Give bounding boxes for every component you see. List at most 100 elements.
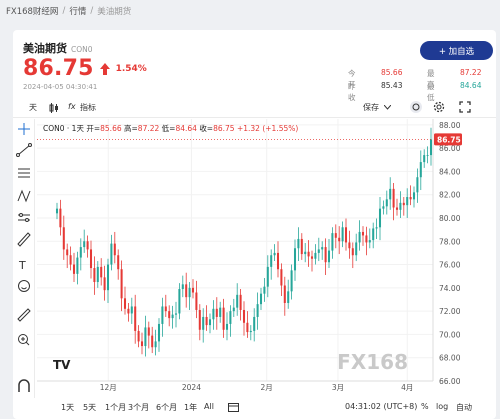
- candle: [419, 162, 422, 178]
- save-button[interactable]: 保存: [363, 102, 379, 113]
- range-1m[interactable]: 1个月: [105, 402, 126, 413]
- y-tick-label: 72.00: [439, 307, 461, 316]
- indicators-button[interactable]: 指标: [80, 102, 96, 113]
- candle: [55, 208, 59, 214]
- candle: [338, 237, 341, 242]
- price-chart[interactable]: 88.00 86.00 84.00 82.00 80.00 78.00 76.00 74.00…: [13, 119, 496, 405]
- candle: [429, 139, 433, 156]
- breadcrumb-section[interactable]: 行情: [69, 5, 86, 17]
- candle: [242, 309, 246, 323]
- legend-part: 85.66: [100, 124, 124, 133]
- gear-icon[interactable]: [433, 101, 445, 113]
- chart-toolbar: 天 fx 指标 保存: [13, 98, 496, 118]
- calendar-icon[interactable]: [228, 402, 239, 412]
- legend-part: 高=: [124, 123, 138, 133]
- candle: [113, 243, 116, 256]
- candle: [62, 227, 65, 250]
- fx-icon[interactable]: fx: [68, 102, 76, 111]
- candle: [270, 255, 273, 267]
- low-value: 84.64: [460, 81, 482, 90]
- candle: [66, 249, 69, 256]
- range-all[interactable]: All: [204, 402, 214, 411]
- candle: [72, 264, 76, 274]
- candle: [202, 316, 205, 330]
- candle: [134, 306, 137, 331]
- candle: [331, 233, 334, 251]
- candle: [89, 249, 93, 269]
- chevron-down-icon[interactable]: [384, 105, 391, 110]
- candle: [276, 252, 280, 270]
- y-tick-label: 86.00: [439, 144, 461, 153]
- y-tick-label: 82.00: [439, 191, 461, 200]
- candle: [164, 306, 167, 312]
- prev-close-value: 85.43: [381, 81, 403, 90]
- range-6m[interactable]: 6个月: [156, 402, 177, 413]
- timestamp: 2024-04-05 04:30:41: [23, 83, 98, 91]
- candle: [69, 255, 72, 265]
- candle: [161, 306, 164, 324]
- candle: [106, 264, 110, 291]
- candle: [409, 197, 412, 200]
- candle: [219, 307, 222, 317]
- candle: [344, 227, 348, 243]
- ohlc-legend: CON0 · 1天 开=85.66 高=87.22 低=84.64 收=86.7…: [43, 123, 298, 133]
- candle: [225, 323, 229, 330]
- add-watchlist-button[interactable]: + 加自选: [420, 41, 493, 60]
- candle: [423, 155, 426, 163]
- candle: [368, 240, 371, 243]
- breadcrumb-home[interactable]: FX168财经网: [6, 5, 58, 17]
- candle: [300, 238, 303, 255]
- x-tick-label: 2月: [261, 383, 273, 392]
- candle: [215, 308, 218, 317]
- log-toggle[interactable]: log: [436, 402, 448, 411]
- candle: [358, 231, 361, 243]
- candle: [191, 287, 195, 293]
- candle: [168, 311, 171, 319]
- candle: [389, 188, 392, 200]
- y-tick-label: 70.00: [439, 330, 461, 339]
- candle: [212, 308, 215, 320]
- high-value: 87.22: [460, 68, 482, 77]
- candle: [181, 284, 184, 290]
- range-1d[interactable]: 1天: [61, 402, 74, 413]
- y-tick-label: 74.00: [439, 284, 461, 293]
- range-3m[interactable]: 3个月: [128, 402, 149, 413]
- candle: [123, 298, 127, 309]
- legend-part: +1.32 (+1.55%): [237, 124, 298, 133]
- candle: [392, 188, 395, 208]
- candle: [355, 242, 358, 256]
- candle-style-icon[interactable]: [48, 103, 60, 113]
- candle: [83, 241, 86, 248]
- candle: [103, 277, 106, 291]
- candle: [256, 304, 259, 317]
- instrument-name: 美油期货: [23, 42, 67, 55]
- quote-card: 美油期货 CON0 86.75 1.54% 2024-04-05 04:30:4…: [13, 30, 496, 419]
- fullscreen-icon[interactable]: [459, 101, 471, 113]
- candle: [86, 241, 89, 250]
- candle: [351, 248, 354, 256]
- candle: [195, 292, 198, 310]
- candle: [307, 251, 310, 257]
- candle: [151, 335, 154, 348]
- candle: [259, 293, 263, 305]
- breadcrumb: FX168财经网 / 行情 / 美油期货: [6, 4, 131, 18]
- candle: [310, 256, 314, 259]
- camera-icon[interactable]: [409, 100, 423, 114]
- clock-readout: 04:31:02 (UTC+8): [345, 402, 418, 411]
- candle: [130, 306, 133, 314]
- range-5d[interactable]: 5天: [83, 402, 96, 413]
- candle: [93, 268, 96, 283]
- interval-selector[interactable]: 天: [29, 102, 37, 113]
- candle: [317, 249, 320, 253]
- up-arrow-icon: [99, 62, 110, 75]
- candle: [205, 316, 208, 326]
- candle: [144, 327, 147, 347]
- candle: [378, 208, 382, 228]
- percent-toggle[interactable]: %: [421, 402, 429, 411]
- candle: [297, 238, 300, 249]
- candle: [341, 227, 344, 242]
- legend-part: 87.22: [138, 124, 162, 133]
- candle: [406, 197, 409, 206]
- range-1y[interactable]: 1年: [184, 402, 197, 413]
- auto-toggle[interactable]: 自动: [456, 402, 472, 413]
